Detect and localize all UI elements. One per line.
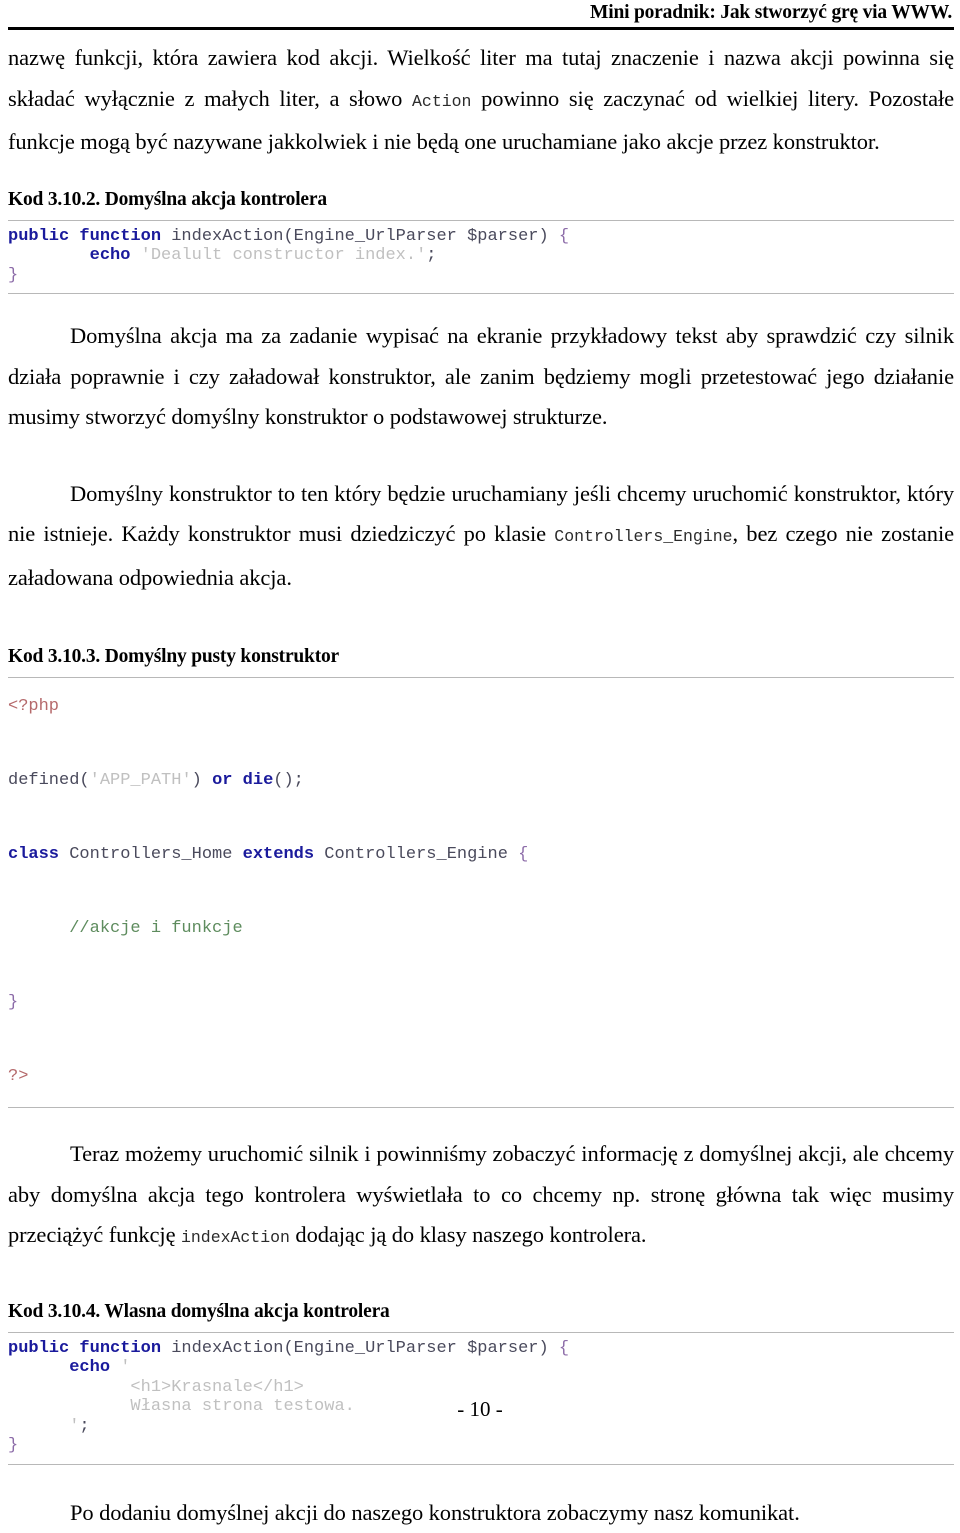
document-page: Mini poradnik: Jak stworzyć grę via WWW.… [0, 0, 960, 1525]
code-token: indexAction(Engine_UrlParser $parser) [161, 1338, 559, 1358]
code-token: defined( [8, 771, 90, 791]
code-line: ?> [8, 1058, 954, 1095]
code-line: public function indexAction(Engine_UrlPa… [8, 1339, 954, 1359]
inline-code-controllers-engine: Controllers_Engine [554, 527, 733, 547]
paragraph-overload-index: Teraz możemy uruchomić silnik i powinniś… [8, 1134, 954, 1259]
inline-code-action: Action [412, 91, 472, 111]
paragraph-continuation: nazwę funkcji, która zawiera kod akcji. … [8, 38, 954, 163]
code-line: } [8, 266, 954, 286]
code-token: } [8, 993, 19, 1013]
code-caption-3: Kod 3.10.4. Wlasna domyślna akcja kontro… [8, 1300, 390, 1322]
code-token: <?php [8, 697, 60, 717]
code-token: extends [242, 845, 315, 865]
code-token: } [8, 1436, 19, 1456]
inline-code-index-action: indexAction [180, 1228, 290, 1248]
code-token: { [518, 845, 529, 865]
code-token: or die [212, 771, 274, 791]
code-line: class Controllers_Home extends Controlle… [8, 836, 954, 873]
code-token: 'Dealult constructor index.' [140, 246, 427, 266]
code-token: class [8, 845, 60, 865]
code-block-2: <?php defined('APP_PATH') or die(); clas… [8, 677, 954, 1109]
code-block-1: public function indexAction(Engine_UrlPa… [8, 219, 954, 295]
code-line: } [8, 1436, 954, 1456]
code-line: <h1>Krasnale</h1> [8, 1378, 954, 1398]
code-token: Controllers_Home [59, 845, 243, 865]
code-token: public function [8, 1338, 162, 1358]
code-token: <h1>Krasnale</h1> [130, 1377, 304, 1397]
paragraph-closing: Po dodaniu domyślnej akcji do naszego ko… [70, 1499, 800, 1525]
code-line: } [8, 984, 954, 1021]
code-token: ; [426, 246, 437, 266]
code-token: { [558, 226, 570, 246]
code-line: echo 'Dealult constructor index.'; [8, 246, 954, 266]
code-token: ?> [8, 1067, 29, 1087]
code-token: (); [273, 771, 304, 791]
code-line: public function indexAction(Engine_UrlPa… [8, 227, 954, 247]
code-line: //akcje i funkcje [8, 910, 954, 947]
paragraph-default-action: Domyślna akcja ma za zadanie wypisać na … [8, 323, 954, 430]
running-header: Mini poradnik: Jak stworzyć grę via WWW. [8, 0, 954, 24]
code-caption-1: Kod 3.10.2. Domyślna akcja kontrolera [8, 188, 327, 210]
code-token: echo [89, 246, 131, 266]
code-line: echo ' [8, 1358, 954, 1378]
code-line: <?php [8, 688, 954, 725]
code-token: Controllers_Engine [314, 845, 519, 865]
code-token: ' [120, 1358, 131, 1378]
code-token: } [8, 265, 19, 285]
code-token: 'APP_PATH' [89, 771, 192, 791]
code-line: defined('APP_PATH') or die(); [8, 762, 954, 799]
code-token: { [558, 1338, 570, 1358]
paragraph-default-constructor: Domyślny konstruktor to ten który będzie… [8, 474, 954, 599]
code-token: indexAction(Engine_UrlParser $parser) [161, 226, 559, 246]
code-token: ) [191, 771, 213, 791]
header-title: Mini poradnik: Jak stworzyć grę via WWW. [590, 2, 952, 23]
code-caption-2: Kod 3.10.3. Domyślny pusty konstruktor [8, 646, 340, 668]
code-token: echo [69, 1358, 111, 1378]
code-token: public function [8, 226, 162, 246]
paragraph-text-part: dodając ją do klasy naszego kontrolera. [289, 1222, 647, 1248]
page-number: - 10 - [457, 1397, 503, 1421]
code-token: //akcje i funkcje [69, 919, 243, 939]
